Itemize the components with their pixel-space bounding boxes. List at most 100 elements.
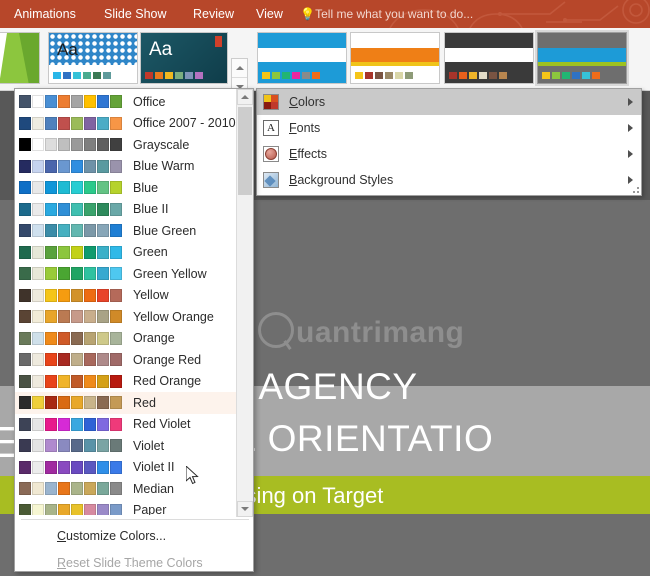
submenu-item-fonts[interactable]: A Fonts: [257, 115, 641, 141]
theme-color-item-yellow-orange[interactable]: Yellow Orange: [15, 306, 237, 328]
mouse-pointer-icon: [186, 466, 200, 486]
theme-color-name: Blue Green: [133, 224, 196, 238]
customize-colors-command[interactable]: Customize Colors...: [15, 524, 253, 548]
theme-color-item-office[interactable]: Office: [15, 91, 237, 113]
submenu-item-list: Colors A Fonts EffectsBackground Styles: [257, 89, 641, 193]
theme-color-name: Violet II: [133, 460, 174, 474]
ribbon-gallery-row: Aa Aa: [0, 28, 650, 91]
theme-color-name: Blue Warm: [133, 159, 194, 173]
theme-color-swatches: [19, 396, 122, 409]
theme-color-swatches: [19, 461, 122, 474]
variant-thumbnail-3[interactable]: [537, 32, 627, 84]
theme-color-name: Median: [133, 482, 174, 496]
theme-gallery-scroll-up[interactable]: [232, 59, 247, 78]
theme-color-swatches: [19, 482, 122, 495]
submenu-item-label: Fonts: [289, 121, 320, 135]
tab-slide-show[interactable]: Slide Show: [96, 0, 175, 28]
theme-color-name: Violet: [133, 439, 164, 453]
theme-color-name: Office: [133, 95, 165, 109]
customize-colors-mnemonic: C: [57, 529, 66, 543]
theme-thumbnail-1[interactable]: Aa: [48, 32, 138, 84]
theme-aa-preview-1: Aa: [57, 41, 78, 58]
colors-icon: [263, 94, 279, 110]
theme-thumbnail-2[interactable]: Aa: [140, 32, 228, 84]
theme-color-item-violet-ii[interactable]: Violet II: [15, 457, 237, 479]
tab-view[interactable]: View: [248, 0, 291, 28]
chevron-up-icon: [236, 66, 244, 70]
theme-color-name: Green: [133, 245, 168, 259]
theme-variants-submenu[interactable]: Colors A Fonts EffectsBackground Styles: [256, 88, 642, 196]
variant-thumbnail-0[interactable]: [257, 32, 347, 84]
theme-color-name: Blue II: [133, 202, 168, 216]
variant-swatches-0: [262, 72, 320, 79]
theme-color-name: Office 2007 - 2010: [133, 116, 236, 130]
tell-me-search[interactable]: 💡 Tell me what you want to do...: [300, 0, 473, 28]
theme-color-item-orange[interactable]: Orange: [15, 328, 237, 350]
submenu-arrow-icon: [628, 150, 633, 158]
theme-color-item-paper[interactable]: Paper: [15, 500, 237, 516]
theme-colors-scrollbar[interactable]: [236, 89, 253, 517]
tab-animations[interactable]: Animations: [6, 0, 84, 28]
submenu-item-effects[interactable]: Effects: [257, 141, 641, 167]
theme-color-item-median[interactable]: Median: [15, 478, 237, 500]
customize-colors-label: ustomize Colors...: [66, 529, 166, 543]
theme-colors-flyout[interactable]: Office Office 2007 - 2010 Grayscale Blue Wa…: [14, 88, 254, 572]
theme-thumbnail-0[interactable]: [0, 32, 40, 84]
theme-color-swatches: [19, 332, 122, 345]
theme-color-swatches: [19, 203, 122, 216]
theme-aa-preview-2: Aa: [149, 41, 172, 58]
lightbulb-icon: 💡: [300, 0, 312, 28]
theme-color-swatches: [19, 224, 122, 237]
submenu-item-label: Colors: [289, 95, 325, 109]
submenu-arrow-icon: [628, 176, 633, 184]
theme-color-name: Red Violet: [133, 417, 190, 431]
variant-thumbnail-1[interactable]: [350, 32, 440, 84]
theme-color-swatches: [19, 418, 122, 431]
theme-color-swatches: [19, 117, 122, 130]
theme-color-name: Blue: [133, 181, 158, 195]
theme-color-swatches: [19, 353, 122, 366]
theme-colors-list[interactable]: Office Office 2007 - 2010 Grayscale Blue Wa…: [15, 91, 237, 515]
theme-color-swatches: [19, 95, 122, 108]
variant-swatches-1: [355, 72, 413, 79]
watermark-q-icon: [258, 312, 294, 348]
submenu-item-background-styles[interactable]: Background Styles: [257, 167, 641, 193]
theme-color-item-green-yellow[interactable]: Green Yellow: [15, 263, 237, 285]
theme-color-swatches: [19, 439, 122, 452]
theme-color-item-violet[interactable]: Violet: [15, 435, 237, 457]
variant-thumbnail-2[interactable]: [444, 32, 534, 84]
fonts-icon: A: [263, 120, 279, 136]
theme-color-swatches: [19, 310, 122, 323]
submenu-item-colors[interactable]: Colors: [257, 89, 641, 115]
theme-color-item-blue-green[interactable]: Blue Green: [15, 220, 237, 242]
theme-color-item-grayscale[interactable]: Grayscale: [15, 134, 237, 156]
theme-color-item-blue-ii[interactable]: Blue II: [15, 199, 237, 221]
menu-divider: [21, 519, 249, 520]
theme-color-item-blue-warm[interactable]: Blue Warm: [15, 156, 237, 178]
effects-icon: [263, 146, 279, 162]
theme-color-name: Yellow: [133, 288, 169, 302]
resize-grip-icon[interactable]: [633, 187, 639, 193]
theme-color-item-red-orange[interactable]: Red Orange: [15, 371, 237, 393]
theme-color-item-green[interactable]: Green: [15, 242, 237, 264]
theme-color-item-blue[interactable]: Blue: [15, 177, 237, 199]
overflow-dots[interactable]: ....: [125, 558, 143, 568]
theme-color-name: Green Yellow: [133, 267, 207, 281]
variant-swatches-3: [542, 72, 600, 79]
theme-color-item-yellow[interactable]: Yellow: [15, 285, 237, 307]
theme-color-item-office-2007---2010[interactable]: Office 2007 - 2010: [15, 113, 237, 135]
theme-color-item-orange-red[interactable]: Orange Red: [15, 349, 237, 371]
submenu-arrow-icon: [628, 124, 633, 132]
theme-color-swatches: [19, 504, 122, 515]
theme-color-name: Grayscale: [133, 138, 189, 152]
theme-color-item-red[interactable]: Red: [15, 392, 237, 414]
theme-color-item-red-violet[interactable]: Red Violet: [15, 414, 237, 436]
scrollbar-thumb[interactable]: [238, 107, 252, 195]
scroll-up-icon[interactable]: [237, 89, 253, 105]
tab-review[interactable]: Review: [185, 0, 242, 28]
theme-color-swatches: [19, 160, 122, 173]
watermark-text: uantrimang: [296, 316, 464, 349]
scroll-down-icon[interactable]: [237, 501, 253, 517]
theme-color-swatches: [19, 267, 122, 280]
theme-color-name: Paper: [133, 503, 166, 515]
